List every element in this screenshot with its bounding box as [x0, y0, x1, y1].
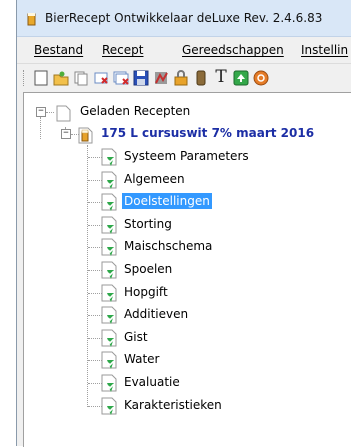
tree-item-maischschema[interactable]: Maischschema	[122, 238, 214, 254]
tree-item-additieven[interactable]: Additieven	[122, 306, 190, 322]
checked-page-icon	[101, 284, 117, 302]
tree-item-doelstellingen[interactable]: Doelstellingen	[121, 192, 213, 210]
checked-page-icon	[101, 171, 117, 189]
tree-item-karakteristieken[interactable]: Karakteristieken	[122, 397, 224, 413]
menu-recept[interactable]: Recept	[102, 43, 143, 57]
tree-item-systeem-parameters[interactable]: Systeem Parameters	[122, 148, 251, 164]
menu-bar: Bestand Recept Gereedschappen Instellin	[17, 37, 351, 63]
checked-page-icon	[101, 306, 117, 324]
folder-icon	[56, 105, 71, 122]
app-window: BierRecept Ontwikkelaar deLuxe Rev. 2.4.…	[16, 0, 351, 447]
checked-page-icon	[101, 397, 117, 415]
tree-recipe-label[interactable]: 175 L cursuswit 7% maart 2016	[99, 125, 316, 141]
tree-item-storting[interactable]: Storting	[122, 216, 174, 232]
title-bar[interactable]: BierRecept Ontwikkelaar deLuxe Rev. 2.4.…	[17, 0, 351, 37]
tree-item-hopgift[interactable]: Hopgift	[122, 284, 170, 300]
tree-root-label[interactable]: Geladen Recepten	[78, 103, 192, 119]
beer-recipe-icon	[78, 127, 93, 144]
checked-page-icon	[101, 193, 117, 211]
tree-item-gist[interactable]: Gist	[122, 329, 150, 345]
checked-page-icon	[101, 351, 117, 369]
chart-icon[interactable]	[153, 70, 169, 86]
web-icon[interactable]	[253, 70, 269, 86]
save-icon[interactable]	[133, 70, 149, 86]
checked-page-icon	[101, 261, 117, 279]
root-collapse-toggle[interactable]: −	[36, 107, 46, 117]
barrel-icon[interactable]	[193, 70, 209, 86]
checked-page-icon	[101, 238, 117, 256]
window-title: BierRecept Ontwikkelaar deLuxe Rev. 2.4.…	[45, 11, 323, 25]
checked-page-icon	[101, 329, 117, 347]
delete-icon[interactable]	[93, 70, 109, 86]
tree-item-spoelen[interactable]: Spoelen	[122, 261, 174, 277]
delete-all-icon[interactable]	[113, 70, 129, 86]
checked-page-icon	[101, 374, 117, 392]
tree-item-water[interactable]: Water	[122, 351, 161, 367]
tree-connector	[46, 112, 54, 113]
lock-icon[interactable]	[173, 70, 189, 86]
copy-icon[interactable]	[73, 70, 89, 86]
text-icon[interactable]: T	[213, 67, 229, 87]
export-icon[interactable]	[233, 70, 249, 86]
menu-gereedschappen[interactable]: Gereedschappen	[182, 43, 284, 57]
checked-page-icon	[101, 216, 117, 234]
new-doc-icon[interactable]	[33, 70, 49, 86]
menu-instellingen[interactable]: Instellin	[301, 43, 348, 57]
app-beer-icon	[27, 13, 36, 26]
toolbar: T	[17, 63, 351, 92]
toolbar-grip[interactable]	[23, 70, 27, 86]
open-folder-icon[interactable]	[53, 70, 69, 86]
tree-item-algemeen[interactable]: Algemeen	[122, 171, 187, 187]
tree-item-evaluatie[interactable]: Evaluatie	[122, 374, 182, 390]
tree-connector	[87, 145, 88, 407]
recipe-tree-panel[interactable]: − Geladen Recepten − 175 L cursuswit 7% …	[23, 92, 351, 447]
tree-connector	[40, 117, 41, 139]
menu-bestand[interactable]: Bestand	[34, 43, 83, 57]
recipe-collapse-toggle[interactable]: −	[61, 129, 71, 139]
checked-page-icon	[101, 148, 117, 166]
